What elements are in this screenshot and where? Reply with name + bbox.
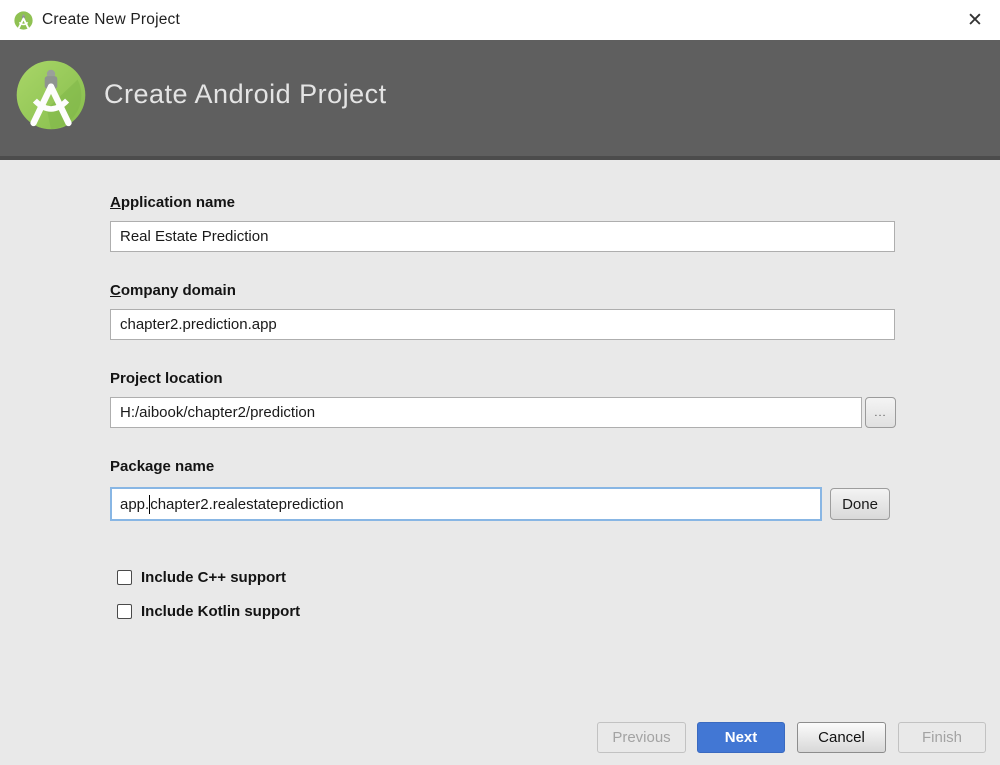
project-location-input[interactable] bbox=[110, 397, 862, 428]
close-icon[interactable]: ✕ bbox=[958, 4, 992, 36]
checkbox-icon[interactable] bbox=[117, 604, 132, 619]
include-cpp-checkbox[interactable]: Include C++ support bbox=[117, 568, 286, 586]
include-cpp-label: Include C++ support bbox=[141, 569, 286, 586]
include-kotlin-checkbox[interactable]: Include Kotlin support bbox=[117, 602, 300, 620]
checkbox-icon[interactable] bbox=[117, 570, 132, 585]
package-name-label: Package name bbox=[110, 458, 214, 475]
android-studio-logo-icon bbox=[16, 60, 86, 130]
company-domain-input[interactable] bbox=[110, 309, 895, 340]
next-button[interactable]: Next bbox=[697, 722, 785, 753]
wizard-header: Create Android Project bbox=[0, 40, 1000, 160]
application-name-input[interactable] bbox=[110, 221, 895, 252]
window-title: Create New Project bbox=[42, 11, 180, 29]
wizard-title: Create Android Project bbox=[104, 79, 387, 110]
application-name-label-rest: pplication name bbox=[121, 194, 235, 211]
application-name-mnemonic: A bbox=[110, 194, 121, 211]
done-button[interactable]: Done bbox=[830, 488, 890, 520]
create-new-project-dialog: Create New Project ✕ Create Android Proj… bbox=[0, 0, 1000, 765]
finish-button: Finish bbox=[898, 722, 986, 753]
browse-folder-button[interactable]: ... bbox=[865, 397, 896, 428]
package-name-value-before-caret: app. bbox=[120, 496, 149, 513]
android-studio-small-icon bbox=[14, 11, 33, 30]
cancel-button[interactable]: Cancel bbox=[797, 722, 886, 753]
title-bar: Create New Project ✕ bbox=[0, 0, 1000, 40]
form-area: Application name Company domain Project … bbox=[0, 160, 1000, 765]
package-name-input[interactable]: app.chapter2.realestateprediction bbox=[110, 487, 822, 521]
package-name-value-after-caret: chapter2.realestateprediction bbox=[150, 496, 343, 513]
company-domain-label-rest: ompany domain bbox=[121, 282, 236, 299]
company-domain-label: Company domain bbox=[110, 282, 236, 299]
include-kotlin-label: Include Kotlin support bbox=[141, 603, 300, 620]
application-name-label: Application name bbox=[110, 194, 235, 211]
company-domain-mnemonic: C bbox=[110, 282, 121, 299]
previous-button: Previous bbox=[597, 722, 686, 753]
project-location-label: Project location bbox=[110, 370, 223, 387]
